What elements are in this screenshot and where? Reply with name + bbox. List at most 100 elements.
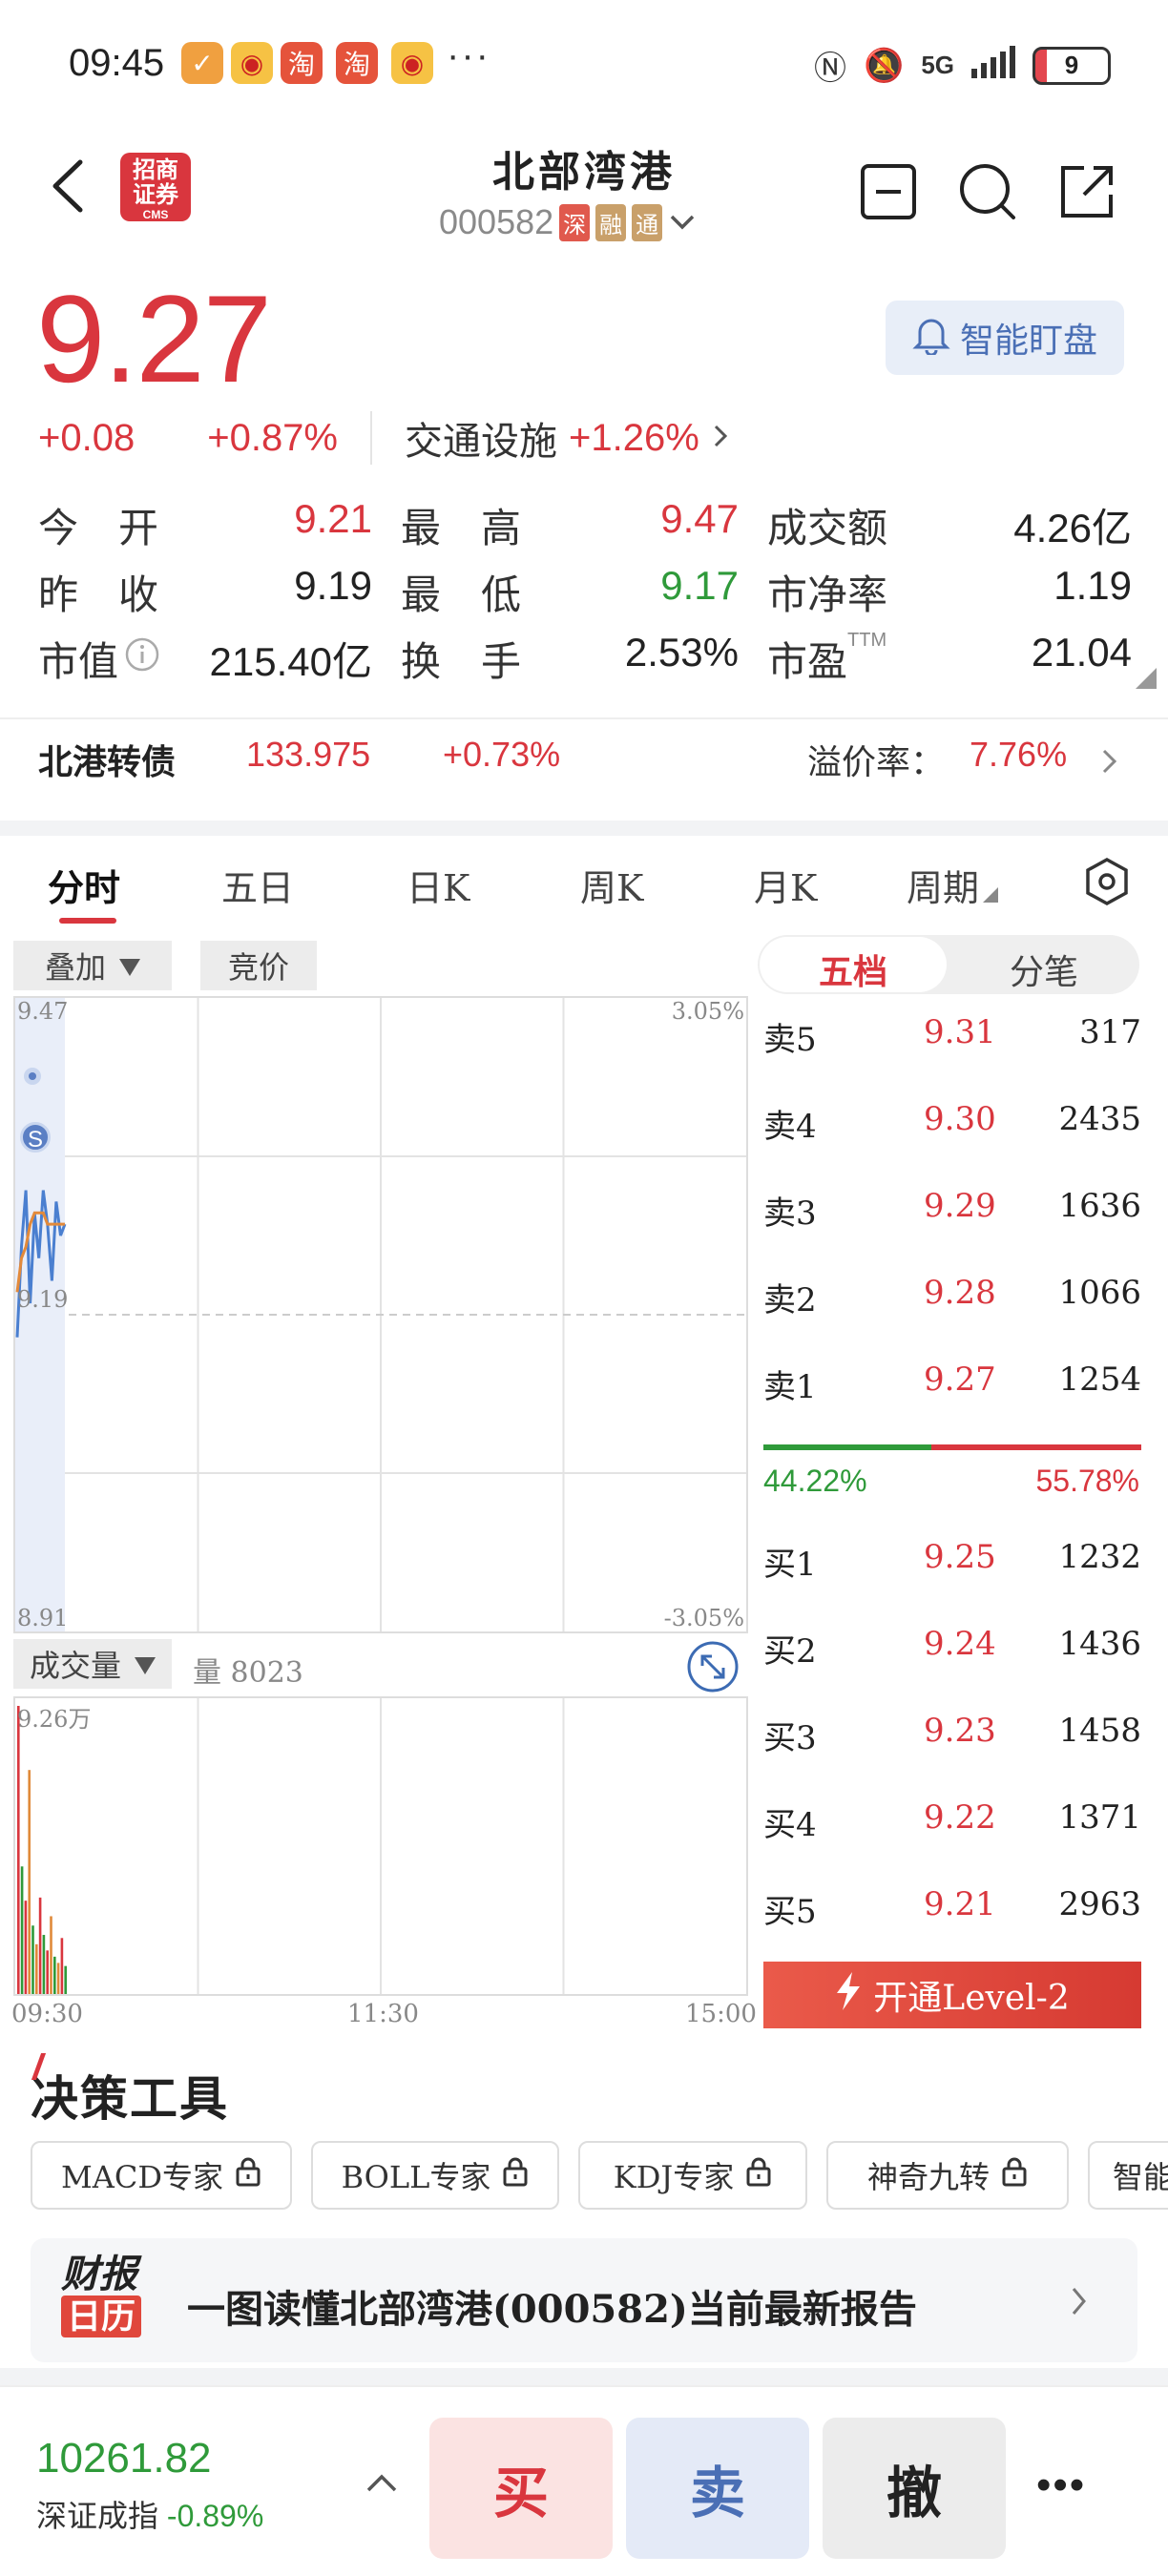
index-name: 深证成指 <box>36 2499 159 2533</box>
ask-price: 9.31 <box>924 1013 996 1051</box>
fullscreen-icon[interactable] <box>685 1639 740 1699</box>
stat-value-turnover: 4.26亿 <box>1013 506 1132 551</box>
bid-row[interactable]: 买2 9.24 1436 <box>763 1625 1141 1682</box>
chevron-right-icon[interactable] <box>1099 746 1120 781</box>
bid-label: 买4 <box>763 1806 817 1844</box>
tool-nine-turn[interactable]: 神奇九转 <box>826 2141 1069 2210</box>
ask-price: 9.30 <box>924 1100 996 1138</box>
sector-name: 交通设施 <box>405 421 557 463</box>
search-icon[interactable] <box>956 160 1019 223</box>
ask-row[interactable]: 卖1 9.27 1254 <box>763 1361 1141 1418</box>
tab-period[interactable]: 周期 <box>907 859 999 911</box>
volume-bar <box>60 1938 64 1994</box>
volume-bar <box>42 1935 46 1994</box>
earnings-calendar-logo: 财报 日历 <box>61 2254 164 2345</box>
bid-row[interactable]: 买3 9.23 1458 <box>763 1712 1141 1769</box>
tab-five-day[interactable]: 五日 <box>221 859 294 911</box>
stock-code-row[interactable]: 000582 深 融 通 <box>439 202 697 242</box>
intraday-chart[interactable]: 9.47 3.05% 9.19 8.91 -3.05% S <box>13 996 748 1633</box>
ask-qty: 2435 <box>1058 1100 1141 1138</box>
divider <box>370 411 372 465</box>
ask-label: 卖1 <box>763 1368 817 1406</box>
lock-icon <box>235 2156 261 2194</box>
bid-price: 9.21 <box>924 1885 996 1923</box>
tool-macd[interactable]: MACD专家 <box>31 2141 292 2210</box>
level2-button[interactable]: 开通Level-2 <box>763 1962 1141 2028</box>
share-icon[interactable] <box>1055 160 1118 223</box>
volume-bar <box>46 1950 49 1994</box>
more-notifications-icon: ··· <box>447 34 490 76</box>
bid-row[interactable]: 买4 9.22 1371 <box>763 1798 1141 1856</box>
settings-hexagon-icon[interactable] <box>1082 857 1132 911</box>
tool-boll[interactable]: BOLL专家 <box>311 2141 559 2210</box>
stock-code: 000582 <box>439 202 554 241</box>
lock-icon <box>502 2156 529 2194</box>
stat-label-low: 最 低 <box>401 572 522 617</box>
weibo-app-icon: ◉ <box>391 42 433 84</box>
stat-value-high: 9.47 <box>660 496 739 541</box>
convertible-change: +0.73% <box>443 735 561 774</box>
minus-square-icon[interactable] <box>857 160 920 223</box>
bid-row[interactable]: 买1 9.25 1232 <box>763 1538 1141 1595</box>
tool-macd-label: MACD专家 <box>60 2159 224 2195</box>
chevron-up-icon[interactable] <box>363 2471 401 2501</box>
sell-ratio-bar <box>931 1444 1141 1450</box>
overlay-dropdown[interactable]: 叠加 <box>13 941 172 990</box>
ask-label: 卖4 <box>763 1108 817 1146</box>
more-icon[interactable]: ••• <box>1036 2462 1086 2509</box>
tool-kdj-label: KDJ专家 <box>613 2159 735 2195</box>
index-value[interactable]: 10261.82 <box>36 2435 212 2483</box>
tool-smart[interactable]: 智能 <box>1088 2141 1168 2210</box>
ask-row[interactable]: 卖2 9.28 1066 <box>763 1274 1141 1331</box>
stat-value-prev-close: 9.19 <box>294 563 372 608</box>
logo-bottom-text: 日历 <box>61 2296 142 2337</box>
convertible-label: 北港转债 <box>38 742 177 781</box>
index-info[interactable]: 深证成指 -0.89% <box>36 2492 263 2536</box>
info-icon[interactable] <box>124 636 160 682</box>
volume-bar <box>24 1901 28 1994</box>
sector-link[interactable]: 交通设施 +1.26% <box>405 410 732 466</box>
premium-value: 7.76% <box>970 735 1068 774</box>
tab-weekly-k[interactable]: 周K <box>580 859 643 911</box>
bid-row[interactable]: 买5 9.21 2963 <box>763 1885 1141 1942</box>
ask-row[interactable]: 卖4 9.30 2435 <box>763 1100 1141 1157</box>
tag-connect: 通 <box>632 203 663 241</box>
smart-alert-button[interactable]: 智能盯盘 <box>886 301 1124 375</box>
bid-qty: 2963 <box>1058 1885 1141 1923</box>
current-price: 9.27 <box>36 269 272 408</box>
premium-label: 溢价率： <box>807 742 946 781</box>
price-chart-svg <box>15 998 746 1631</box>
ask-price: 9.29 <box>924 1187 996 1225</box>
axis-high: 9.47 <box>17 998 69 1025</box>
status-right: Ⓝ 🔕 5G 9 <box>814 42 1111 89</box>
signal-marker[interactable]: S <box>20 1122 51 1153</box>
time-label-mid: 11:30 <box>347 2000 419 2028</box>
volume-label: 量 <box>193 1656 221 1690</box>
tab-intraday[interactable]: 分时 <box>48 859 120 911</box>
tool-kdj[interactable]: KDJ专家 <box>578 2141 807 2210</box>
auction-chip[interactable]: 竞价 <box>200 941 317 990</box>
volume-bar <box>53 1956 56 1994</box>
sell-button[interactable]: 卖 <box>626 2418 809 2559</box>
tab-tick[interactable]: 分笔 <box>950 945 1137 994</box>
expand-corner-icon[interactable] <box>1136 668 1157 694</box>
cancel-button[interactable]: 撤 <box>823 2418 1006 2559</box>
buy-ratio-bar <box>763 1444 931 1450</box>
volume-chip-label: 成交量 <box>29 1648 121 1684</box>
volume-dropdown[interactable]: 成交量 <box>13 1639 172 1689</box>
tab-period-label: 周期 <box>907 867 980 909</box>
tab-monthly-k[interactable]: 月K <box>754 859 817 911</box>
time-label-open: 09:30 <box>11 2000 83 2028</box>
tab-active-indicator <box>59 918 116 924</box>
volume-chart[interactable]: 9.26万 <box>13 1696 748 1996</box>
ask-row[interactable]: 卖3 9.29 1636 <box>763 1187 1141 1244</box>
signal-icon <box>971 45 1015 86</box>
buy-button[interactable]: 买 <box>429 2418 613 2559</box>
ask-row[interactable]: 卖5 9.31 317 <box>763 1013 1141 1070</box>
tab-daily-k[interactable]: 日K <box>407 859 469 911</box>
chevron-right-icon <box>711 417 732 460</box>
weibo-app-icon: ◉ <box>231 42 273 84</box>
stat-market-cap-label[interactable]: 市值 <box>38 630 160 688</box>
volume-bar <box>56 1963 60 1994</box>
tab-five-level[interactable]: 五档 <box>760 945 947 994</box>
